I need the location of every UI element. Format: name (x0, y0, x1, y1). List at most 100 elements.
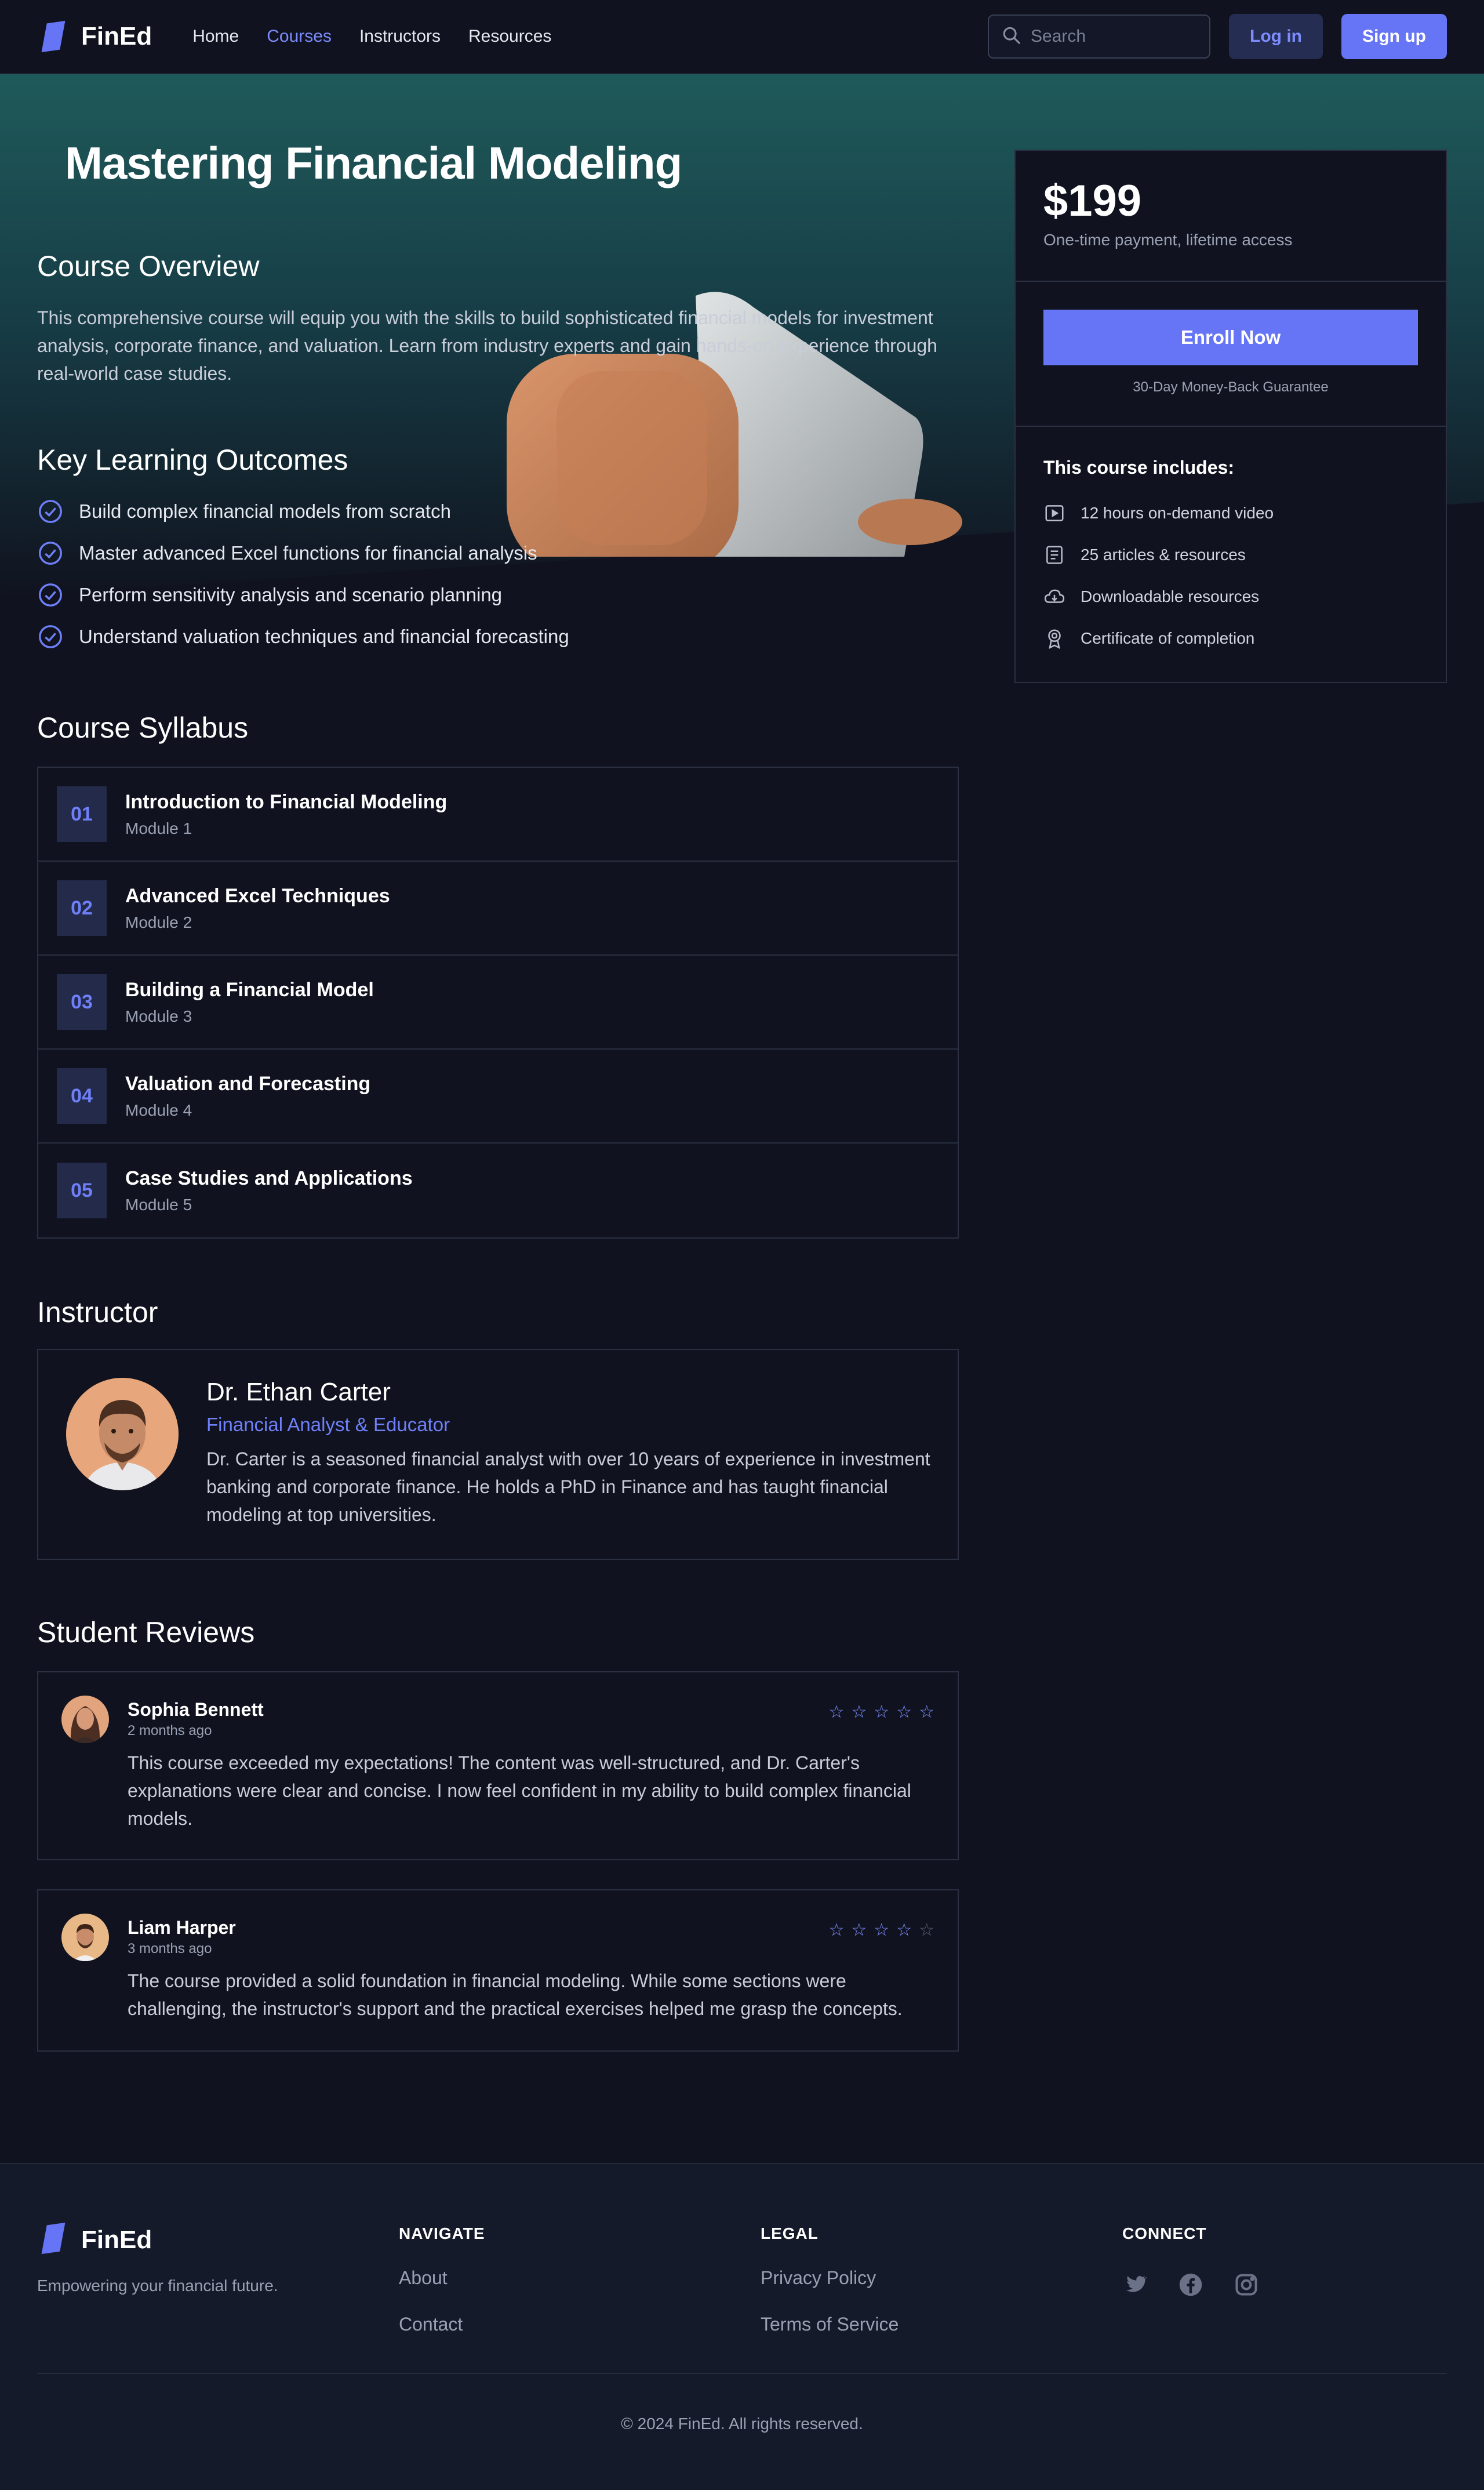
footer-legal-column: LEGAL Privacy Policy Terms of Service (761, 2224, 899, 2335)
footer-brand-name: FinEd (81, 2225, 152, 2254)
footer-divider (37, 2373, 1447, 2374)
instructor-heading: Instructor (37, 1296, 158, 1329)
brand-logo-icon (37, 20, 70, 53)
signup-button[interactable]: Sign up (1341, 14, 1447, 59)
syllabus-module[interactable]: 04 Valuation and Forecasting Module 4 (38, 1050, 958, 1144)
nav-link-courses[interactable]: Courses (267, 27, 332, 46)
outcome-text: Understand valuation techniques and fina… (79, 626, 569, 647)
outcome-item: Understand valuation techniques and fina… (37, 616, 959, 658)
syllabus-list: 01 Introduction to Financial Modeling Mo… (37, 767, 959, 1239)
include-item: 12 hours on-demand video (1043, 492, 1418, 534)
star-filled-icon: ☆ (828, 1921, 845, 1940)
reviewer-avatar (61, 1914, 109, 1961)
star-filled-icon: ☆ (874, 1921, 890, 1940)
module-subtitle: Module 5 (125, 1195, 192, 1214)
reviewer-name: Liam Harper (128, 1917, 236, 1938)
syllabus-module[interactable]: 02 Advanced Excel Techniques Module 2 (38, 862, 958, 956)
footer-legal-heading: LEGAL (761, 2224, 819, 2242)
module-title: Advanced Excel Techniques (125, 884, 390, 907)
footer-connect-heading: CONNECT (1122, 2224, 1207, 2242)
facebook-icon[interactable] (1178, 2272, 1203, 2297)
brand[interactable]: FinEd (37, 20, 152, 53)
module-number: 05 (57, 1163, 107, 1218)
includes-heading: This course includes: (1043, 457, 1234, 478)
main-nav: Home Courses Instructors Resources (192, 27, 551, 46)
star-filled-icon: ☆ (851, 1921, 867, 1940)
instagram-icon[interactable] (1234, 2272, 1259, 2297)
enroll-now-button[interactable]: Enroll Now (1043, 310, 1418, 365)
social-links (1122, 2272, 1259, 2297)
footer-navigate-heading: NAVIGATE (399, 2224, 485, 2242)
outcome-item: Perform sensitivity analysis and scenari… (37, 574, 959, 616)
site-footer: FinEd Empowering your financial future. … (0, 2163, 1484, 2490)
module-title: Building a Financial Model (125, 978, 374, 1001)
certificate-icon (1043, 627, 1065, 649)
footer-link-terms[interactable]: Terms of Service (761, 2314, 899, 2335)
video-icon (1043, 502, 1065, 524)
footer-tagline: Empowering your financial future. (37, 2277, 278, 2295)
include-text: 12 hours on-demand video (1081, 504, 1274, 522)
copyright-text: © 2024 FinEd. All rights reserved. (621, 2415, 863, 2433)
check-circle-icon (37, 498, 64, 525)
star-filled-icon: ☆ (896, 1921, 912, 1940)
footer-link-about[interactable]: About (399, 2267, 485, 2288)
module-subtitle: Module 4 (125, 1101, 192, 1119)
star-rating: ☆ ☆ ☆ ☆ ☆ (828, 1704, 934, 1721)
review-card: Sophia Bennett 2 months ago ☆ ☆ ☆ ☆ ☆ This c… (37, 1671, 959, 1860)
include-text: Downloadable resources (1081, 587, 1260, 605)
check-circle-icon (37, 582, 64, 608)
review-text: This course exceeded my expectations! Th… (128, 1752, 911, 1829)
footer-link-contact[interactable]: Contact (399, 2314, 485, 2335)
check-circle-icon (37, 540, 64, 567)
brand-name: FinEd (81, 22, 152, 50)
price-note: One-time payment, lifetime access (1043, 231, 1293, 249)
module-title: Case Studies and Applications (125, 1167, 413, 1189)
include-text: Certificate of completion (1081, 629, 1255, 647)
review-card: Liam Harper 3 months ago ☆ ☆ ☆ ☆ ☆ The cours… (37, 1889, 959, 2052)
pricing-card: $199 One-time payment, lifetime access E… (1014, 150, 1447, 683)
syllabus-module[interactable]: 01 Introduction to Financial Modeling Mo… (38, 768, 958, 862)
module-number: 02 (57, 880, 107, 936)
module-subtitle: Module 3 (125, 1007, 192, 1025)
nav-link-resources[interactable]: Resources (468, 27, 551, 46)
nav-link-instructors[interactable]: Instructors (359, 27, 441, 46)
footer-brand[interactable]: FinEd (37, 2222, 152, 2257)
course-title: Mastering Financial Modeling (65, 137, 682, 188)
star-filled-icon: ☆ (828, 1703, 845, 1722)
outcome-text: Build complex financial models from scra… (79, 500, 451, 522)
outcome-text: Master advanced Excel functions for fina… (79, 542, 537, 564)
check-circle-icon (37, 623, 64, 650)
star-filled-icon: ☆ (919, 1703, 934, 1722)
course-overview-section: Course Overview This comprehensive cours… (37, 249, 959, 658)
outcomes-heading: Key Learning Outcomes (37, 444, 348, 476)
star-filled-icon: ☆ (874, 1703, 890, 1722)
module-number: 03 (57, 974, 107, 1030)
review-text: The course provided a solid foundation i… (128, 1970, 903, 2019)
login-button[interactable]: Log in (1229, 14, 1323, 59)
review-time: 3 months ago (128, 1941, 212, 1957)
top-navbar: FinEd Home Courses Instructors Resources… (0, 0, 1484, 74)
search-input[interactable] (1031, 27, 1199, 46)
module-subtitle: Module 1 (125, 819, 192, 837)
reviewer-name: Sophia Bennett (128, 1699, 264, 1720)
twitter-icon[interactable] (1122, 2272, 1148, 2297)
brand-logo-icon (37, 2222, 70, 2257)
module-title: Introduction to Financial Modeling (125, 790, 448, 813)
star-rating: ☆ ☆ ☆ ☆ ☆ (828, 1922, 934, 1939)
footer-link-privacy[interactable]: Privacy Policy (761, 2267, 899, 2288)
nav-link-home[interactable]: Home (192, 27, 239, 46)
outcome-item: Build complex financial models from scra… (37, 491, 959, 532)
reviews-heading: Student Reviews (37, 1616, 255, 1649)
footer-navigate-column: NAVIGATE About Contact (399, 2224, 485, 2335)
search-box[interactable] (988, 14, 1211, 59)
syllabus-module[interactable]: 03 Building a Financial Model Module 3 (38, 956, 958, 1050)
footer-connect-column: CONNECT (1122, 2224, 1259, 2297)
syllabus-module[interactable]: 05 Case Studies and Applications Module … (38, 1144, 958, 1237)
outcome-text: Perform sensitivity analysis and scenari… (79, 584, 503, 605)
instructor-role: Financial Analyst & Educator (206, 1414, 450, 1435)
include-item: Downloadable resources (1043, 576, 1418, 618)
star-empty-icon: ☆ (919, 1921, 934, 1940)
cloud-download-icon (1043, 586, 1065, 608)
syllabus-heading: Course Syllabus (37, 712, 249, 744)
review-time: 2 months ago (128, 1723, 212, 1738)
